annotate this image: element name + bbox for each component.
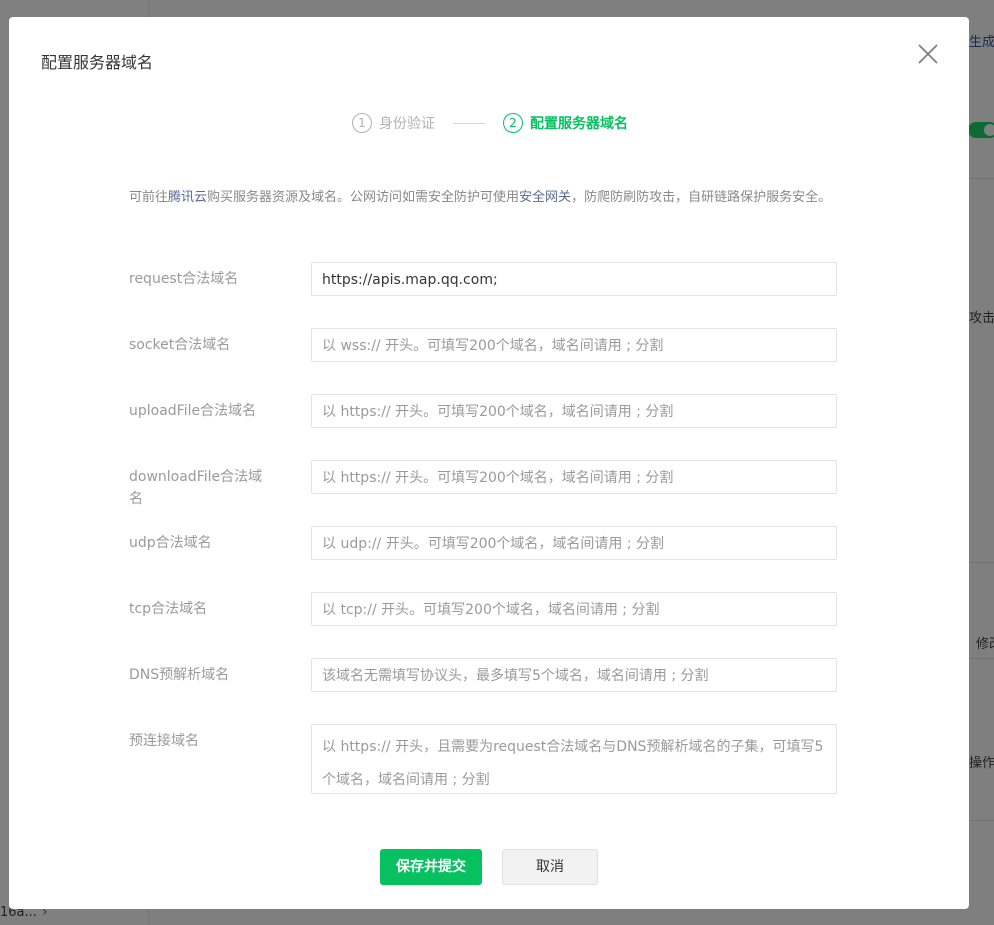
- divider: [969, 178, 994, 179]
- downloadfile-domain-input[interactable]: 以 https:// 开头。可填写200个域名，域名间请用 ; 分割: [311, 460, 837, 494]
- divider: [969, 658, 994, 659]
- tcp-domain-label: tcp合法域名: [129, 601, 208, 617]
- background-text: 修改: [976, 637, 994, 652]
- step-number: 1: [352, 113, 372, 133]
- tencent-cloud-link[interactable]: 腾讯云: [168, 190, 207, 205]
- domain-config-dialog: 配置服务器域名 1 身份验证 2 配置服务器域名 可前往腾讯云购买服务器资源及域…: [9, 17, 969, 909]
- dialog-title: 配置服务器域名: [41, 53, 154, 72]
- uploadfile-domain-label: uploadFile合法域名: [129, 403, 257, 419]
- description-part: 购买服务器资源及域名。公网访问如需安全防护可使用: [207, 190, 520, 205]
- step-configure-domain: 2 配置服务器域名: [503, 113, 628, 133]
- step-identity-verification: 1 身份验证: [352, 113, 435, 133]
- request-domain-input[interactable]: https://apis.map.qq.com;: [311, 262, 837, 296]
- cancel-button[interactable]: 取消: [502, 849, 598, 885]
- socket-domain-label: socket合法域名: [129, 337, 231, 353]
- dns-prefetch-domain-label: DNS预解析域名: [129, 667, 230, 683]
- uploadfile-domain-input[interactable]: 以 https:// 开头。可填写200个域名，域名间请用 ; 分割: [311, 394, 837, 428]
- step-divider: [453, 122, 485, 124]
- background-text: 攻击，: [969, 311, 994, 326]
- udp-domain-label: udp合法域名: [129, 535, 212, 551]
- background-toggle: [968, 122, 994, 138]
- save-and-submit-button[interactable]: 保存并提交: [380, 849, 482, 885]
- request-domain-label: request合法域名: [129, 271, 239, 287]
- preconnect-domain-label: 预连接域名: [129, 733, 199, 749]
- description-part: 可前往: [129, 190, 169, 205]
- security-gateway-link[interactable]: 安全网关: [519, 190, 571, 205]
- description-text: 可前往腾讯云购买服务器资源及域名。公网访问如需安全防护可使用安全网关，防爬防刷防…: [129, 187, 849, 209]
- dns-prefetch-domain-input[interactable]: 该域名无需填写协议头，最多填写5个域名，域名间请用 ; 分割: [311, 658, 837, 692]
- tcp-domain-input[interactable]: 以 tcp:// 开头。可填写200个域名，域名间请用 ; 分割: [311, 592, 837, 626]
- udp-domain-input[interactable]: 以 udp:// 开头。可填写200个域名，域名间请用 ; 分割: [311, 526, 837, 560]
- divider: [969, 562, 994, 563]
- preconnect-domain-textarea[interactable]: 以 https:// 开头，且需要为request合法域名与DNS预解析域名的子…: [311, 724, 837, 794]
- step-indicator: 1 身份验证 2 配置服务器域名: [352, 112, 628, 134]
- downloadfile-domain-label: downloadFile合法域名: [129, 469, 263, 507]
- step-number: 2: [503, 113, 523, 133]
- description-part: ，防爬防刷防攻击，自研链路保护服务安全。: [571, 190, 832, 205]
- step-label: 配置服务器域名: [530, 116, 628, 132]
- close-icon[interactable]: [915, 41, 941, 67]
- divider: [969, 820, 994, 821]
- background-text: 生成: [969, 35, 994, 50]
- step-label: 身份验证: [379, 116, 435, 132]
- background-text: 操作: [969, 756, 994, 771]
- socket-domain-input[interactable]: 以 wss:// 开头。可填写200个域名，域名间请用 ; 分割: [311, 328, 837, 362]
